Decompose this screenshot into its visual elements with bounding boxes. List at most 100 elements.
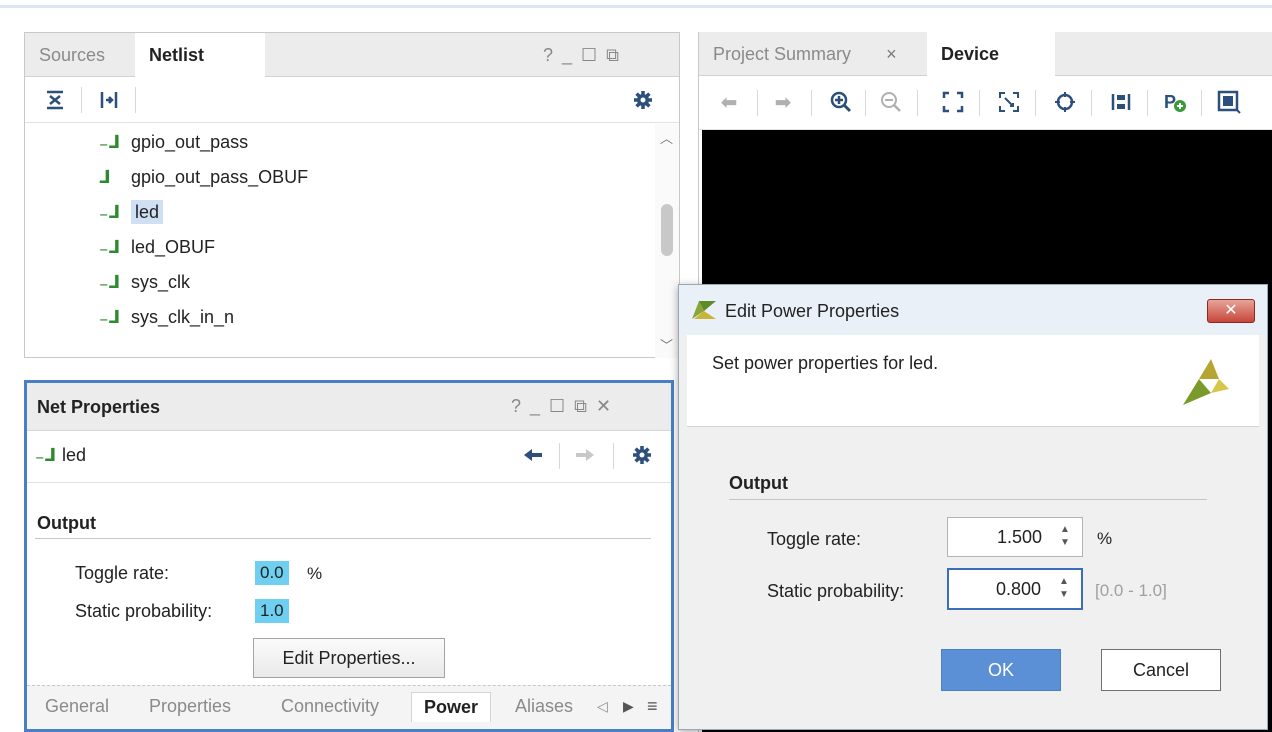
toolbar-divider [1035,90,1036,116]
tab-sources-label: Sources [39,45,106,65]
toolbar-divider [1201,90,1202,116]
toolbar-divider [559,443,560,469]
toolbar-divider [979,90,980,116]
tree-item-label: led_OBUF [131,237,216,257]
toolbar-divider [917,90,918,116]
net-icon: ₋⅃ [99,307,120,327]
tree-item[interactable]: ₋⅃ gpio_out_pass [99,127,248,157]
svg-text:P: P [1164,92,1176,112]
scroll-up-icon[interactable]: ︿ [660,128,673,147]
toolbar-divider [613,443,614,469]
zoom-in-icon[interactable] [827,88,855,116]
tab-general[interactable]: General [45,696,109,717]
net-icon: ⅃ [99,167,111,187]
spinner-arrows-icon[interactable]: ▲ ▼ [1057,575,1071,601]
forward-arrow-icon[interactable] [573,443,597,472]
netlist-panel: Sources Netlist × ? _ ☐ ⧉ ₋⅃ gpio_out_pas… [24,32,680,358]
dialog-titlebar: Edit Power Properties ✕ [679,285,1267,335]
tree-item[interactable]: ₋⅃ led_OBUF [99,232,215,262]
chevron-left-icon[interactable]: ◁ [597,698,608,715]
window-controls[interactable]: ? _ ☐ ⧉ [543,45,621,66]
back-arrow-icon[interactable] [521,443,545,472]
fit-view-icon[interactable] [939,88,967,116]
close-icon[interactable]: × [886,44,897,64]
toggle-rate-label: Toggle rate: [767,529,862,549]
tree-item-label: gpio_out_pass_OBUF [131,167,309,187]
netlist-tabbar: Sources Netlist × ? _ ☐ ⧉ [25,33,679,109]
tab-connectivity[interactable]: Connectivity [281,696,379,717]
tab-device-label: Device [941,44,1000,64]
tree-item[interactable]: ₋⅃ sys_clk_in_n [99,302,234,332]
scroll-thumb[interactable] [661,204,673,256]
vivado-logo-icon [1181,357,1231,412]
window-controls[interactable]: ? _ ☐ ⧉ ✕ [511,396,613,417]
toggle-rate-label: Toggle rate: [75,563,170,583]
tree-item-label: led [131,200,164,224]
toggle-rate-spinner[interactable]: 1.500 ▲ ▼ [947,517,1083,557]
output-section-title: Output [729,473,788,493]
tree-item-selected[interactable]: ₋⅃ led [99,197,164,227]
back-arrow-icon[interactable]: ⬅ [715,88,743,116]
forward-arrow-icon[interactable]: ➡ [769,88,797,116]
toggle-rate-input[interactable]: 1.500 [997,527,1042,548]
collapse-all-icon[interactable] [41,86,69,114]
edit-properties-button[interactable]: Edit Properties... [253,638,445,678]
zoom-out-icon[interactable] [877,88,905,116]
tree-item[interactable]: ₋⅃ sys_clk [99,267,190,297]
tab-netlist[interactable]: Netlist × [135,33,265,109]
device-toolbar: ⬅ ➡ P [699,76,1272,130]
netlist-toolbar [25,77,679,123]
auto-fit-icon[interactable] [1107,88,1135,116]
net-properties-header: Net Properties ? _ ☐ ⧉ ✕ [27,383,671,431]
top-border [0,0,1272,8]
dialog-title: Edit Power Properties [725,301,900,321]
static-probability-label: Static probability: [75,601,213,621]
device-view-icon[interactable] [1215,88,1243,116]
vertical-scrollbar[interactable]: ︿ ﹀ [655,124,679,358]
toolbar-divider [135,87,136,113]
tab-power[interactable]: Power [411,692,492,722]
gear-icon[interactable] [629,86,657,114]
tab-project-summary[interactable]: Project Summary × [699,32,911,76]
dialog-body: Output Toggle rate: 1.500 ▲ ▼ % Static pr… [687,427,1259,723]
dialog-message: Set power properties for led. [712,353,939,373]
dialog-banner: Set power properties for led. [687,335,1259,427]
static-probability-input[interactable]: 0.800 [996,579,1041,600]
tab-device[interactable]: Device × [927,32,1055,108]
target-icon[interactable] [1051,88,1079,116]
expand-all-icon[interactable] [95,86,123,114]
toolbar-divider [757,90,758,116]
net-icon: ₋⅃ [99,202,120,222]
edit-power-properties-dialog: Edit Power Properties ✕ Set power proper… [678,284,1268,730]
net-icon: ₋⅃ [99,272,120,292]
device-tabbar: Project Summary × Device × [699,32,1272,108]
tree-item[interactable]: ⅃ gpio_out_pass_OBUF [99,162,308,192]
menu-icon[interactable]: ≡ [647,696,658,717]
vivado-logo-icon [691,299,717,326]
spinner-arrows-icon[interactable]: ▲ ▼ [1058,523,1072,549]
scroll-down-icon[interactable]: ﹀ [660,335,673,354]
tab-netlist-label: Netlist [149,45,205,65]
tab-properties[interactable]: Properties [149,696,231,717]
add-pblock-icon[interactable]: P [1161,88,1189,116]
gear-icon[interactable] [631,444,653,471]
zoom-fit-selection-icon[interactable] [995,88,1023,116]
chevron-right-icon[interactable]: ▶ [623,698,634,715]
tree-item-label: gpio_out_pass [131,132,249,152]
net-icon: ₋⅃ [35,445,56,465]
static-probability-spinner[interactable]: 0.800 ▲ ▼ [947,568,1083,610]
toolbar-divider [1147,90,1148,116]
section-divider [729,499,1207,500]
net-icon: ₋⅃ [99,132,120,152]
tab-aliases[interactable]: Aliases [515,696,573,717]
net-properties-subheader: ₋⅃ led [27,431,671,483]
toolbar-divider [811,90,812,116]
tab-sources[interactable]: Sources [25,33,119,77]
ok-button[interactable]: OK [941,649,1061,691]
toggle-rate-unit: % [1097,529,1113,548]
cancel-button[interactable]: Cancel [1101,649,1221,691]
toggle-rate-unit: % [307,564,323,583]
net-properties-panel: Net Properties ? _ ☐ ⧉ ✕ ₋⅃ led Output To… [24,380,674,732]
close-button[interactable]: ✕ [1207,299,1255,323]
section-divider [35,538,651,539]
